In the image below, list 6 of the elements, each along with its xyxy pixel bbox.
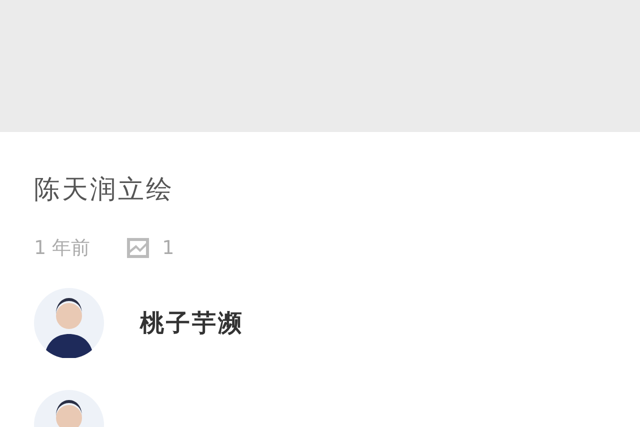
post-title: 陈天润立绘 [34, 174, 175, 207]
avatar [34, 288, 104, 358]
image-count: 1 [162, 236, 174, 261]
post-time: 1 年前 [34, 236, 90, 261]
user-name[interactable]: 桃子芋濒 [140, 305, 244, 341]
image-icon [126, 237, 150, 259]
